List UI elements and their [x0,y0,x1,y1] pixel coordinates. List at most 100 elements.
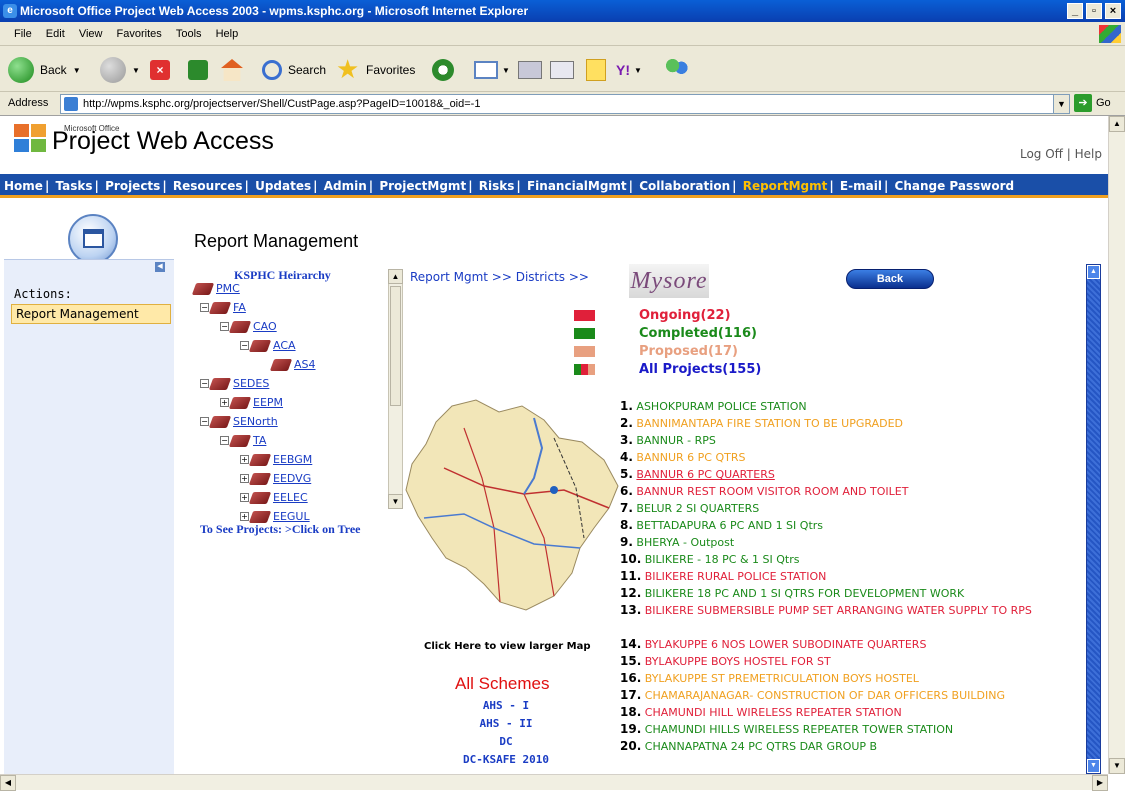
project-row[interactable]: 11. BILIKERE RURAL POLICE STATION [620,569,1080,584]
scroll-up-icon[interactable]: ▲ [388,269,403,284]
project-name-link[interactable]: BANNIMANTAPA FIRE STATION TO BE UPGRADED [636,417,903,430]
mail-button[interactable]: ▼ [474,55,510,85]
scroll-left-icon[interactable]: ◀ [0,775,16,791]
tree-node-eedvg[interactable]: EEDVG [273,472,311,485]
nav-projects[interactable]: Projects [105,179,160,193]
history-button[interactable] [432,55,454,85]
chevron-down-icon[interactable]: ▼ [1053,95,1069,113]
project-name-link[interactable]: CHAMUNDI HILL WIRELESS REPEATER STATION [645,706,902,719]
project-name-link[interactable]: CHAMARAJANAGAR- CONSTRUCTION OF DAR OFFI… [645,689,1005,702]
project-row[interactable]: 4. BANNUR 6 PC QTRS [620,450,1080,465]
menu-edit[interactable]: Edit [46,22,65,46]
scroll-thumb[interactable] [390,286,401,406]
collapse-sidebar-icon[interactable]: ◀ [155,262,165,272]
sidebar-item-report-management[interactable]: Report Management [11,304,171,324]
tree-node-sedes[interactable]: SEDES [233,377,269,390]
project-name-link[interactable]: BELUR 2 SI QUARTERS [636,502,759,515]
collapse-icon[interactable]: − [220,322,229,331]
menu-view[interactable]: View [79,22,103,46]
nav-email[interactable]: E-mail [840,179,882,193]
menu-tools[interactable]: Tools [176,22,202,46]
project-name-link[interactable]: BHERYA - Outpost [636,536,734,549]
project-name-link[interactable]: BYLAKUPPE 6 NOS LOWER SUBODINATE QUARTER… [645,638,927,651]
expand-icon[interactable]: + [240,493,249,502]
scroll-up-icon[interactable]: ▲ [1087,265,1100,279]
nav-financialmgmt[interactable]: FinancialMgmt [527,179,627,193]
scroll-up-icon[interactable]: ▲ [1109,116,1125,132]
tree-node-cao[interactable]: CAO [253,320,277,333]
page-vertical-scrollbar[interactable]: ▲ ▼ [1108,116,1125,774]
scroll-right-icon[interactable]: ▶ [1092,775,1108,791]
minimize-button[interactable]: _ [1067,3,1083,19]
expand-icon[interactable]: + [240,474,249,483]
project-row[interactable]: 7. BELUR 2 SI QUARTERS [620,501,1080,516]
stop-button[interactable]: × [150,55,170,85]
tree-node-as4[interactable]: AS4 [294,358,316,371]
project-row[interactable]: 9. BHERYA - Outpost [620,535,1080,550]
tree-node-fa[interactable]: FA [233,301,246,314]
favorites-button[interactable]: ★ Favorites [336,55,415,85]
nav-resources[interactable]: Resources [173,179,243,193]
map-caption-link[interactable]: Click Here to view larger Map [424,641,591,652]
scroll-down-icon[interactable]: ▼ [1087,759,1100,773]
expand-icon[interactable]: + [240,512,249,521]
legend-completed[interactable]: Completed(116) [574,326,757,341]
project-row[interactable]: 2. BANNIMANTAPA FIRE STATION TO BE UPGRA… [620,416,1080,431]
nav-collaboration[interactable]: Collaboration [639,179,730,193]
collapse-icon[interactable]: − [240,341,249,350]
project-name-link[interactable]: BYLAKUPPE ST PREMETRICULATION BOYS HOSTE… [645,672,919,685]
project-row[interactable]: 10. BILIKERE - 18 PC & 1 SI Qtrs [620,552,1080,567]
nav-risks[interactable]: Risks [479,179,515,193]
project-list-scrollbar[interactable]: ▲ ▼ [1086,264,1101,774]
project-row[interactable]: 15. BYLAKUPPE BOYS HOSTEL FOR ST [620,654,1080,669]
project-row[interactable]: 19. CHAMUNDI HILLS WIRELESS REPEATER TOW… [620,722,1080,737]
expand-icon[interactable]: + [220,398,229,407]
tree-node-ta[interactable]: TA [253,434,266,447]
nav-reportmgmt[interactable]: ReportMgmt [743,179,828,193]
project-name-link[interactable]: BANNUR REST ROOM VISITOR ROOM AND TOILET [636,485,908,498]
home-button[interactable] [220,55,244,85]
refresh-button[interactable] [188,55,208,85]
collapse-icon[interactable]: − [200,417,209,426]
scheme-ahs-ii[interactable]: AHS - II [416,717,596,730]
project-name-link[interactable]: BILIKERE SUBMERSIBLE PUMP SET ARRANGING … [645,604,1032,617]
forward-button[interactable]: ▼ [100,55,140,85]
legend-all-projects[interactable]: All Projects(155) [574,362,761,377]
print-button[interactable] [518,55,542,85]
project-name-link[interactable]: CHANNAPATNA 24 PC QTRS DAR GROUP B [645,740,877,753]
go-button[interactable]: ➔ Go [1074,94,1111,112]
breadcrumb[interactable]: Report Mgmt >> Districts >> [410,270,589,284]
collapse-icon[interactable]: − [200,303,209,312]
help-link[interactable]: Help [1075,147,1102,161]
nav-projectmgmt[interactable]: ProjectMgmt [379,179,466,193]
back-button[interactable]: Back ▼ [8,55,81,85]
project-name-link[interactable]: BETTADAPURA 6 PC AND 1 SI Qtrs [636,519,823,532]
project-row[interactable]: 3. BANNUR - RPS [620,433,1080,448]
page-horizontal-scrollbar[interactable]: ◀ ▶ [0,774,1108,791]
scroll-down-icon[interactable]: ▼ [1109,758,1125,774]
menu-help[interactable]: Help [216,22,239,46]
menu-file[interactable]: File [14,22,32,46]
messenger-button[interactable] [666,55,688,85]
back-button[interactable]: Back [846,269,934,289]
project-row[interactable]: 16. BYLAKUPPE ST PREMETRICULATION BOYS H… [620,671,1080,686]
address-input[interactable]: http://wpms.ksphc.org/projectserver/Shel… [60,94,1070,114]
edit-button[interactable] [550,55,574,85]
project-row[interactable]: 20. CHANNAPATNA 24 PC QTRS DAR GROUP B [620,739,1080,754]
project-row[interactable]: 18. CHAMUNDI HILL WIRELESS REPEATER STAT… [620,705,1080,720]
menu-favorites[interactable]: Favorites [117,22,162,46]
collapse-icon[interactable]: − [220,436,229,445]
nav-updates[interactable]: Updates [255,179,311,193]
project-row[interactable]: 8. BETTADAPURA 6 PC AND 1 SI Qtrs [620,518,1080,533]
project-row[interactable]: 13. BILIKERE SUBMERSIBLE PUMP SET ARRANG… [620,603,1080,618]
nav-change-password[interactable]: Change Password [895,179,1015,193]
district-map[interactable] [404,398,620,618]
tree-scrollbar[interactable]: ▲ ▼ [388,269,403,509]
nav-tasks[interactable]: Tasks [56,179,93,193]
project-name-link[interactable]: BANNUR 6 PC QUARTERS [636,468,774,481]
legend-proposed[interactable]: Proposed(17) [574,344,738,359]
notes-button[interactable] [586,55,606,85]
scheme-ahs-i[interactable]: AHS - I [416,699,596,712]
scheme-dc[interactable]: DC [416,735,596,748]
project-name-link[interactable]: BILIKERE RURAL POLICE STATION [645,570,827,583]
